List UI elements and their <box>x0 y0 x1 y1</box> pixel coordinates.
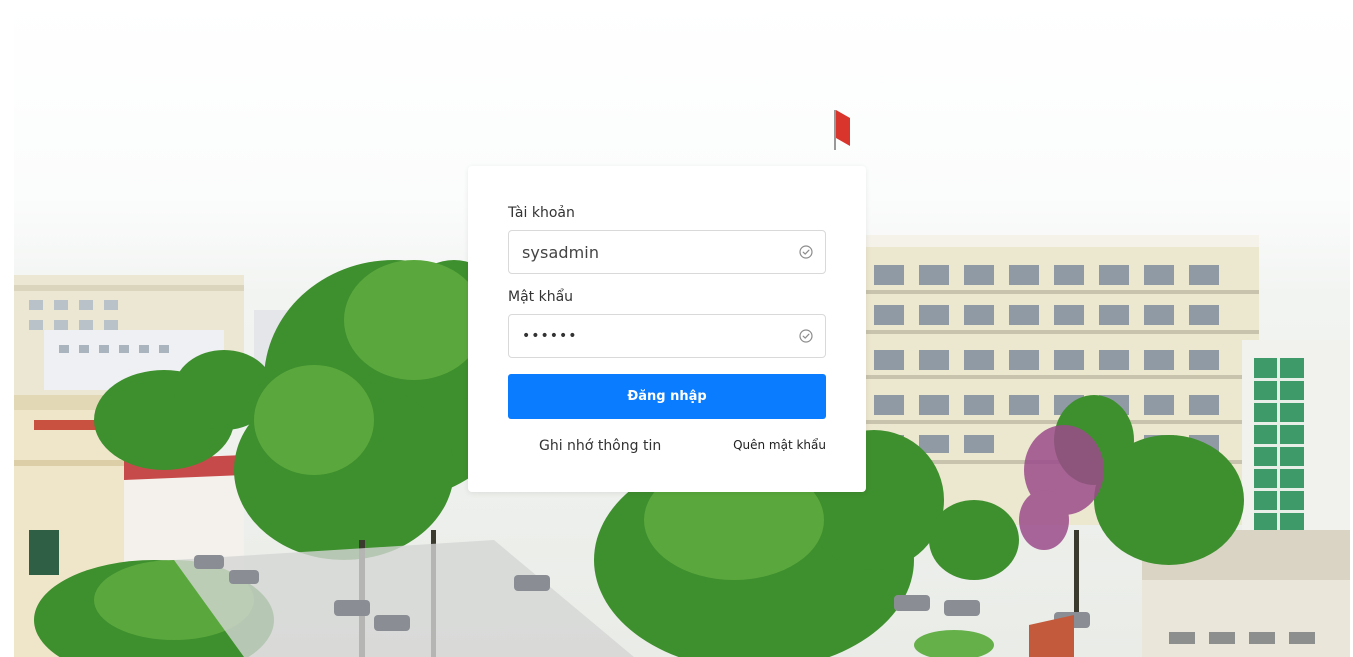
remember-me-toggle[interactable]: Ghi nhớ thông tin <box>539 438 661 454</box>
login-page: Tài khoản sysadmin Mật khẩu •••••• Đăng … <box>0 0 1353 657</box>
username-value[interactable]: sysadmin <box>522 243 799 262</box>
password-label: Mật khẩu <box>508 289 574 305</box>
check-circle-icon <box>799 245 813 259</box>
username-label: Tài khoản <box>508 205 575 221</box>
forgot-password-link[interactable]: Quên mật khẩu <box>733 438 826 452</box>
check-circle-icon <box>799 329 813 343</box>
username-input[interactable]: sysadmin <box>508 230 826 274</box>
login-card: Tài khoản sysadmin Mật khẩu •••••• Đăng … <box>468 166 866 492</box>
login-button[interactable]: Đăng nhập <box>508 374 826 419</box>
password-input[interactable]: •••••• <box>508 314 826 358</box>
password-value[interactable]: •••••• <box>522 328 799 344</box>
